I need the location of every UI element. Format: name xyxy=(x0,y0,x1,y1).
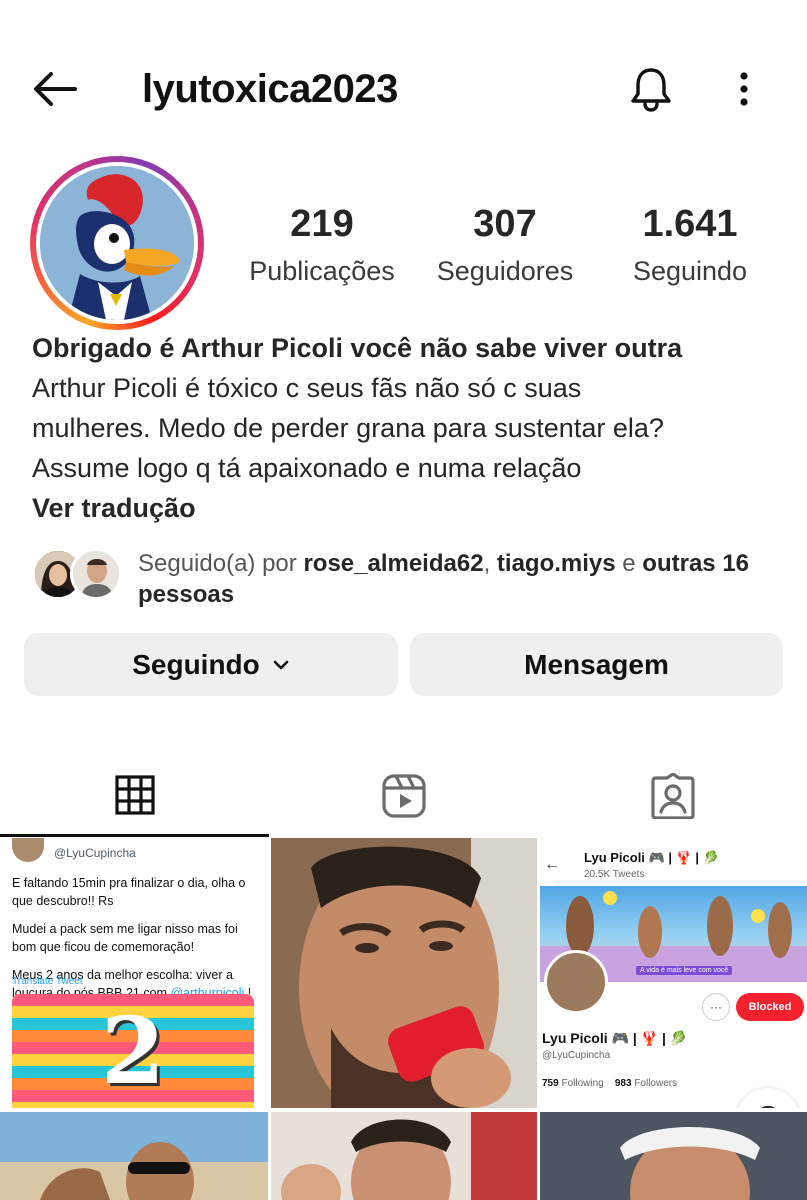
profile-tabs xyxy=(0,755,807,837)
bio-line: Assume logo q tá apaixonado e numa relaç… xyxy=(32,453,582,483)
followers-count: 307 xyxy=(473,203,537,245)
post-photo xyxy=(0,1112,268,1200)
following-label: Seguindo xyxy=(632,256,748,286)
post-thumbnail[interactable] xyxy=(0,1112,268,1200)
following-button[interactable]: Seguindo xyxy=(24,633,398,696)
twitter-profile-name: Lyu Picoli 🎮 | 🦞 | 🥬 xyxy=(542,1030,688,1046)
stat-posts[interactable]: 219 Publicações xyxy=(238,200,406,294)
twitter-handle: @LyuCupincha xyxy=(542,1050,611,1061)
post-thumbnail[interactable]: ← Lyu Picoli 🎮 | 🦞 | 🥬 20.5K Tweets A vi… xyxy=(540,838,807,1108)
twitter-profile-name: Lyu Picoli 🎮 | 🦞 | 🥬 xyxy=(584,850,719,865)
avatar xyxy=(544,950,608,1014)
chevron-down-icon xyxy=(272,659,290,671)
mutual-follower-link[interactable]: rose_almeida62 xyxy=(303,550,483,577)
avatar xyxy=(40,166,194,320)
arrow-left-icon: ← xyxy=(544,856,560,873)
notifications-button[interactable] xyxy=(622,62,680,116)
posts-grid: @LyuCupincha E faltando 15min pra finali… xyxy=(0,838,807,1200)
twitter-blocked-badge: Blocked xyxy=(736,993,804,1021)
grid-icon xyxy=(114,774,155,815)
stat-followers[interactable]: 307 Seguidores xyxy=(420,200,590,294)
bio-line: mulheres. Medo de perder grana para sust… xyxy=(32,413,664,443)
woodpecker-avatar-image xyxy=(40,166,194,320)
message-button-label: Mensagem xyxy=(524,648,669,680)
post-thumbnail[interactable] xyxy=(540,1112,807,1200)
profile-header: lyutoxica2023 xyxy=(0,0,807,170)
twitter-banner-caption: A vida é mais leve com você xyxy=(636,966,733,975)
bell-icon xyxy=(631,68,671,112)
tab-tagged[interactable] xyxy=(538,755,807,837)
followers-label: Seguidores xyxy=(436,256,574,286)
more-options-button[interactable] xyxy=(722,62,766,116)
back-button[interactable] xyxy=(28,62,82,116)
profile-bio: Obrigado é Arthur Picoli você não sabe v… xyxy=(32,328,792,528)
following-button-label: Seguindo xyxy=(132,648,260,680)
avatar xyxy=(70,548,122,600)
stat-following[interactable]: 1.641 Seguindo xyxy=(612,200,768,294)
more-vertical-icon xyxy=(740,72,748,106)
post-thumbnail[interactable] xyxy=(271,1112,537,1200)
tweet-image-number: 2 xyxy=(100,997,165,1105)
reaction-emoji-button[interactable]: 😍 xyxy=(736,1088,800,1108)
posts-label: Publicações xyxy=(249,256,395,286)
profile-avatar-story-ring[interactable] xyxy=(30,156,204,330)
following-count: 1.641 xyxy=(642,203,738,245)
mutual-follower-link[interactable]: tiago.miys xyxy=(497,550,616,577)
message-button[interactable]: Mensagem xyxy=(410,633,783,696)
tweet-handle: @LyuCupincha xyxy=(54,846,136,860)
see-translation-link[interactable]: Ver tradução xyxy=(32,488,792,528)
twitter-tweet-count: 20.5K Tweets xyxy=(584,869,645,880)
post-thumbnail[interactable]: @LyuCupincha E faltando 15min pra finali… xyxy=(0,838,268,1108)
followed-by-row[interactable]: Seguido(a) por rose_almeida62, tiago.miy… xyxy=(32,548,792,612)
twitter-more-button: ··· xyxy=(702,993,730,1021)
twitter-follow-counts: 759 Following 983 Followers xyxy=(542,1078,678,1089)
tweet-body: E faltando 15min pra finalizar o dia, ol… xyxy=(12,876,252,1000)
arrow-left-icon xyxy=(34,72,77,106)
post-photo xyxy=(271,838,537,1108)
tab-posts-grid[interactable] xyxy=(0,755,269,837)
tweet-image: 2 xyxy=(12,994,254,1108)
post-photo xyxy=(540,1112,807,1200)
profile-username: lyutoxica2023 xyxy=(142,67,398,111)
post-thumbnail[interactable] xyxy=(271,838,537,1108)
reels-icon xyxy=(381,774,426,818)
bio-title: Obrigado é Arthur Picoli você não sabe v… xyxy=(32,333,683,363)
bio-line: Arthur Picoli é tóxico c seus fãs não só… xyxy=(32,373,582,403)
post-photo xyxy=(271,1112,537,1200)
tagged-person-icon xyxy=(650,773,695,819)
followed-by-text: Seguido(a) por rose_almeida62, tiago.miy… xyxy=(138,550,750,608)
translate-tweet-link: Translate Tweet xyxy=(12,976,83,987)
tab-reels[interactable] xyxy=(269,755,538,837)
mutual-followers-avatars xyxy=(32,548,122,602)
posts-count: 219 xyxy=(290,203,354,245)
avatar xyxy=(12,838,44,862)
